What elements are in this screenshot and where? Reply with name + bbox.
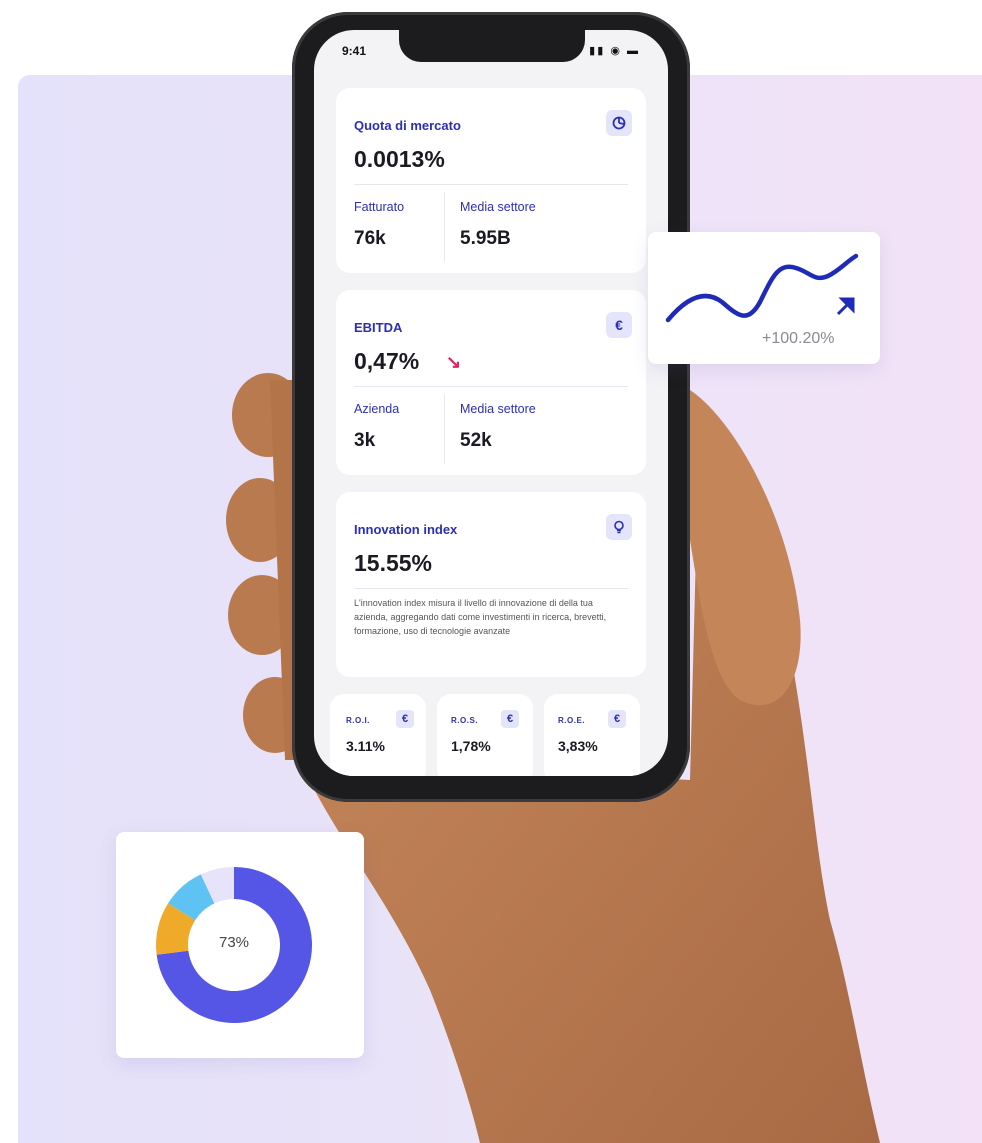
ebitda-value: 0,47% xyxy=(354,348,420,374)
euro-icon: € xyxy=(501,710,519,728)
ros-card[interactable]: R.O.S. € 1,78% xyxy=(437,694,533,776)
phone-screen: 9:41 ▮▮ ◉ ▬ Quota di mercato 0.0013% Fat… xyxy=(314,30,668,776)
divider xyxy=(354,184,628,185)
ros-label: R.O.S. xyxy=(451,716,479,725)
market-share-card[interactable]: Quota di mercato 0.0013% Fatturato Media… xyxy=(336,88,646,273)
revenue-label: Fatturato xyxy=(354,200,405,214)
status-time: 9:41 xyxy=(342,44,367,58)
phone-notch xyxy=(399,30,585,62)
roi-label: R.O.I. xyxy=(346,716,370,725)
roe-value: 3,83% xyxy=(558,738,598,754)
lightbulb-icon xyxy=(606,514,632,540)
roi-value: 3.11% xyxy=(346,738,385,754)
roe-label: R.O.E. xyxy=(558,716,586,725)
sector-avg-value: 5.95B xyxy=(460,228,511,249)
market-share-value: 0.0013% xyxy=(354,146,445,172)
ebitda-title: EBITDA xyxy=(354,320,403,335)
trend-down-icon: ↘ xyxy=(446,352,462,372)
roe-card[interactable]: R.O.E. € 3,83% xyxy=(544,694,640,776)
market-share-title: Quota di mercato xyxy=(354,118,461,133)
sector-avg-label: Media settore xyxy=(460,402,536,416)
arrow-up-right-icon xyxy=(836,297,855,316)
revenue-value: 76k xyxy=(354,228,386,249)
roi-card[interactable]: R.O.I. € 3.11% xyxy=(330,694,426,776)
status-icons: ▮▮ ◉ ▬ xyxy=(589,45,640,57)
ebitda-card[interactable]: EBITDA € 0,47% ↘ Azienda Media settore 3… xyxy=(336,290,646,475)
donut-card: 73% xyxy=(116,832,364,1058)
innovation-value: 15.55% xyxy=(354,550,433,576)
company-label: Azienda xyxy=(354,402,400,416)
trend-percentage: +100.20% xyxy=(762,330,835,347)
divider xyxy=(354,588,628,589)
innovation-description: L'innovation index misura il livello di … xyxy=(354,598,607,636)
euro-icon: € xyxy=(396,710,414,728)
company-value: 3k xyxy=(354,430,376,451)
divider xyxy=(444,394,445,464)
euro-icon: € xyxy=(608,710,626,728)
donut-center-label: 73% xyxy=(218,934,250,951)
innovation-card[interactable]: Innovation index 15.55% L'innovation ind… xyxy=(336,492,646,677)
divider xyxy=(354,386,628,387)
divider xyxy=(444,192,445,262)
euro-icon: € xyxy=(606,312,632,338)
innovation-title: Innovation index xyxy=(354,522,458,537)
sector-avg-label: Media settore xyxy=(460,200,536,214)
trend-card: +100.20% xyxy=(648,232,880,364)
sector-avg-value: 52k xyxy=(460,430,492,451)
ros-value: 1,78% xyxy=(451,738,491,754)
pie-chart-icon xyxy=(606,110,632,136)
